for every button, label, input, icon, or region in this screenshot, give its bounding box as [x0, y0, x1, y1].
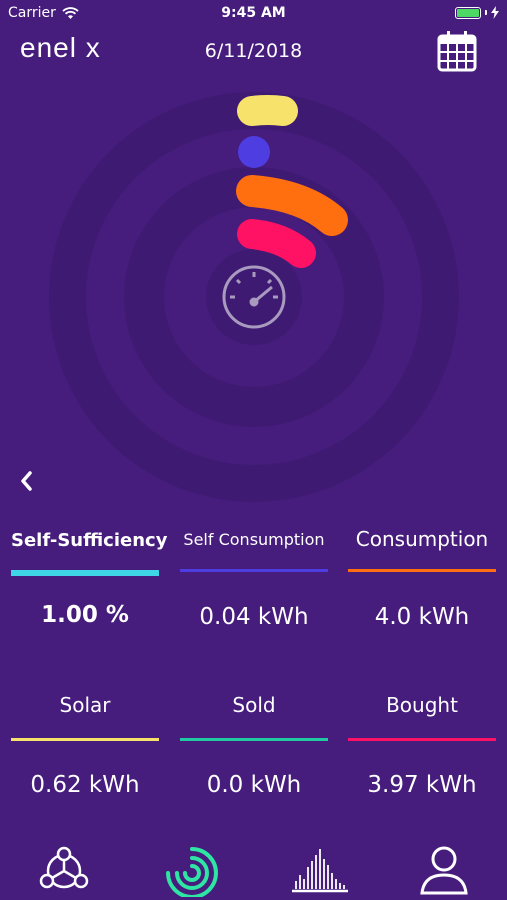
consumption-indicator	[348, 569, 496, 572]
solar-arc	[237, 95, 298, 126]
solar-indicator	[11, 738, 159, 741]
bought-arc	[237, 219, 316, 268]
self-sufficiency-value: 1.00 %	[41, 602, 129, 628]
energy-ring-icon[interactable]	[162, 845, 222, 897]
sold-indicator	[180, 738, 328, 741]
solar-value: 0.62 kWh	[30, 772, 140, 798]
tab-self-consumption[interactable]: Self Consumption	[180, 530, 328, 549]
tab-self-consumption-label: Self Consumption	[183, 530, 325, 549]
dial-ring-inner	[206, 249, 302, 345]
tab-solar-label: Solar	[59, 693, 111, 717]
tab-sold-label: Sold	[232, 693, 276, 717]
tab-bought[interactable]: Bought	[348, 693, 496, 717]
tab-consumption[interactable]: Consumption	[348, 527, 496, 551]
tab-solar[interactable]: Solar	[11, 693, 159, 717]
bought-indicator	[348, 738, 496, 741]
tab-bought-label: Bought	[386, 693, 458, 717]
status-right	[455, 6, 499, 19]
tab-consumption-label: Consumption	[355, 527, 489, 551]
self-consumption-value: 0.04 kWh	[199, 604, 309, 630]
tab-self-sufficiency-label: Self-Sufficiency	[11, 530, 168, 551]
tab-self-sufficiency[interactable]: Self-Sufficiency	[11, 530, 167, 551]
tab-sold[interactable]: Sold	[180, 693, 328, 717]
sold-value: 0.0 kWh	[206, 772, 302, 798]
energy-dial	[49, 92, 459, 502]
date-label[interactable]: 6/11/2018	[0, 40, 507, 62]
status-bar: Carrier 9:45 AM	[0, 0, 507, 28]
battery-icon	[455, 6, 481, 19]
network-icon[interactable]	[34, 845, 94, 897]
self-consumption-arc	[238, 136, 270, 168]
profile-icon[interactable]	[414, 845, 474, 897]
self-sufficiency-indicator	[11, 570, 159, 576]
battery-cap	[485, 10, 487, 15]
calendar-icon[interactable]	[437, 30, 477, 72]
histogram-icon[interactable]	[290, 845, 350, 897]
back-chevron-icon[interactable]	[14, 466, 40, 496]
consumption-value: 4.0 kWh	[374, 604, 470, 630]
status-time: 9:45 AM	[221, 5, 286, 21]
self-consumption-indicator	[180, 569, 328, 572]
charging-icon	[491, 6, 499, 19]
app-header: enel x 6/11/2018	[0, 28, 507, 74]
bought-value: 3.97 kWh	[367, 772, 477, 798]
